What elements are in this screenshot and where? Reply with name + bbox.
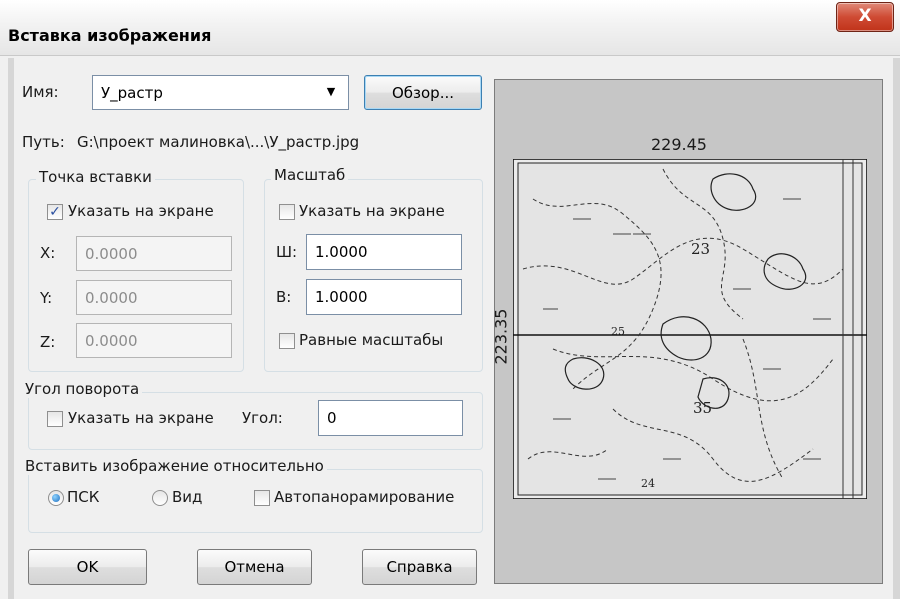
map-label-23: 23 [691,240,710,258]
map-label-25: 25 [611,325,625,338]
path-label: Путь: [22,133,65,151]
relative-legend: Вставить изображение относительно [22,457,327,475]
close-button[interactable]: X [836,2,894,32]
height-scale-value: 1.0000 [315,288,368,306]
checkmark-icon: ✓ [49,204,61,220]
rotation-specify-label: Указать на экране [68,409,214,427]
window-frame-left [8,58,14,599]
map-image: 23 35 24 25 [513,159,867,499]
image-preview: 229.45 223.35 23 35 24 25 [491,79,883,584]
path-value: G:\проект малиновка\...\У_растр.jpg [77,133,360,151]
browse-button[interactable]: Обзор... [364,75,482,110]
window-title: Вставка изображения [8,26,212,45]
angle-label: Угол: [242,409,283,427]
z-value: 0.0000 [85,331,138,350]
scale-legend: Масштаб [271,166,349,184]
width-scale-value: 1.0000 [315,243,368,261]
cancel-label: Отмена [224,558,285,576]
close-icon: X [858,6,872,26]
z-input[interactable]: 0.0000 [76,323,232,358]
z-label: Z: [40,333,56,351]
height-scale-input[interactable]: 1.0000 [306,279,462,315]
rotation-legend: Угол поворота [22,380,143,398]
chevron-down-icon[interactable]: ▼ [320,81,342,103]
insertion-specify-checkbox[interactable]: ✓ [47,204,63,220]
map-label-35: 35 [693,399,712,417]
insertion-point-legend: Точка вставки [36,168,155,186]
title-bar: Вставка изображения X [0,0,900,56]
rotation-specify-checkbox[interactable] [47,411,63,427]
scale-specify-label: Указать на экране [299,202,445,220]
uniform-scale-label: Равные масштабы [299,331,444,349]
name-combobox[interactable]: У_растр ▼ [92,75,349,110]
y-label: Y: [40,289,53,307]
name-label: Имя: [22,83,59,101]
width-scale-input[interactable]: 1.0000 [306,234,462,270]
x-label: X: [40,244,56,262]
preview-width-label: 229.45 [651,135,707,154]
ucs-radio[interactable] [48,490,64,506]
preview-height-label: 223.35 [491,308,511,365]
window-frame-right [893,58,900,599]
x-input[interactable]: 0.0000 [76,236,232,271]
uniform-scale-checkbox[interactable] [279,333,295,349]
help-button[interactable]: Справка [362,549,477,585]
ok-label: OK [76,558,99,576]
height-scale-label: В: [276,288,292,306]
ok-button[interactable]: OK [28,549,147,585]
scale-specify-checkbox[interactable] [279,204,295,220]
autopan-checkbox[interactable] [254,490,270,506]
angle-input[interactable]: 0 [318,400,463,436]
map-label-24: 24 [641,477,655,490]
view-radio[interactable] [152,490,168,506]
width-scale-label: Ш: [276,243,298,261]
browse-label: Обзор... [391,83,455,102]
name-value: У_растр [101,83,163,102]
y-value: 0.0000 [85,288,138,307]
autopan-label: Автопанорамирование [274,488,455,506]
ucs-radio-label: ПСК [67,488,100,506]
cancel-button[interactable]: Отмена [197,549,312,585]
angle-value: 0 [327,409,337,427]
view-radio-label: Вид [172,488,203,506]
x-value: 0.0000 [85,244,138,263]
y-input[interactable]: 0.0000 [76,280,232,315]
help-label: Справка [386,558,453,576]
insertion-specify-label: Указать на экране [68,202,214,220]
